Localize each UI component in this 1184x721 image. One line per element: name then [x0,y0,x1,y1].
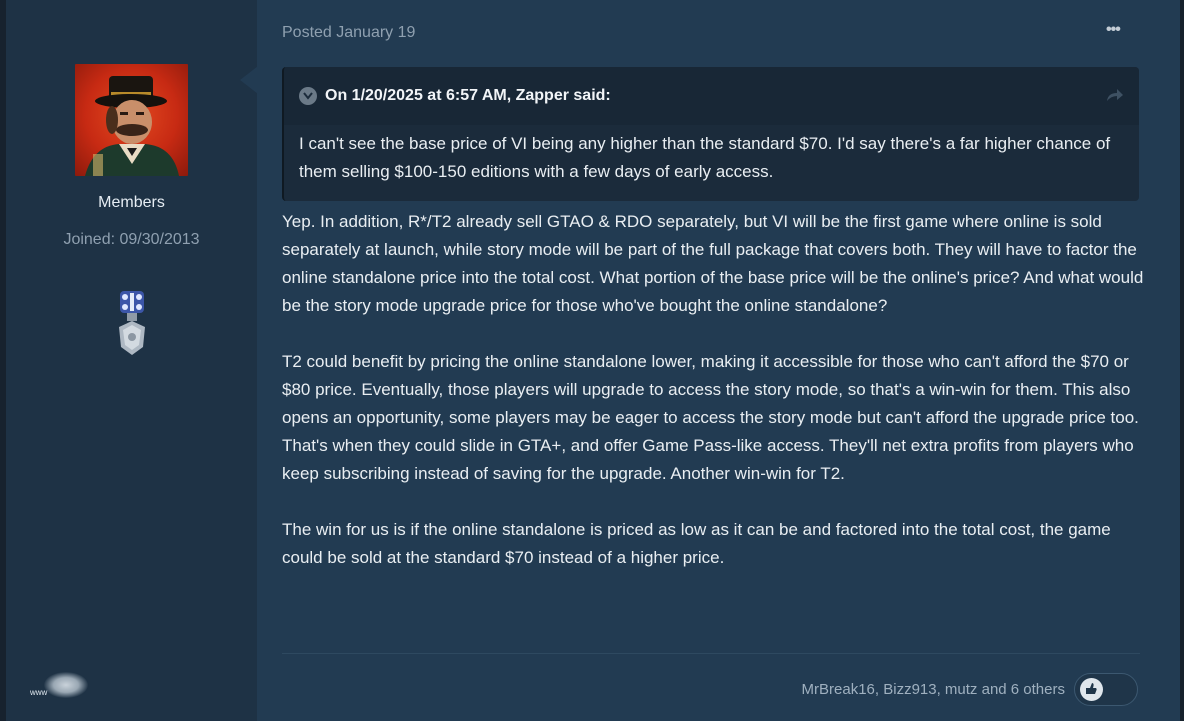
author-panel: Members Joined: 09/30/2013 www [6,0,258,721]
blurred-text: www [30,688,48,697]
divider [282,653,1140,654]
blurred-image [44,672,88,698]
quote-header: On 1/20/2025 at 6:57 AM, Zapper said: [284,67,1139,125]
reaction-button[interactable] [1074,673,1138,706]
reaction-icon [1080,678,1103,701]
post-date[interactable]: Posted January 19 [282,24,415,42]
post-body: Posted January 19 ••• On 1/20/2025 at 6:… [257,0,1180,721]
chevron-down-icon[interactable] [299,87,317,105]
author-arrow [240,66,258,94]
share-arrow-icon[interactable] [1106,87,1124,103]
more-options-icon[interactable]: ••• [1106,22,1128,38]
blurred-footer-item: www [24,672,94,702]
avatar-illustration [85,76,179,176]
post-paragraph: The win for us is if the online standalo… [282,520,1111,567]
quote-citation[interactable]: On 1/20/2025 at 6:57 AM, Zapper said: [325,87,611,105]
window-right-edge [1180,0,1184,721]
post-content: Yep. In addition, R*/T2 already sell GTA… [282,208,1152,600]
medal-icon[interactable] [115,289,149,357]
post-paragraph: T2 could benefit by pricing the online s… [282,352,1139,483]
reaction-users[interactable]: MrBreak16, Bizz913, mutz and 6 others [757,681,1065,698]
member-group: Members [98,194,165,211]
avatar[interactable] [75,64,188,176]
quote-text: I can't see the base price of VI being a… [299,134,1111,181]
post-paragraph: Yep. In addition, R*/T2 already sell GTA… [282,212,1144,315]
quote-block: On 1/20/2025 at 6:57 AM, Zapper said: I … [282,67,1139,201]
joined-date: Joined: 09/30/2013 [63,231,200,248]
